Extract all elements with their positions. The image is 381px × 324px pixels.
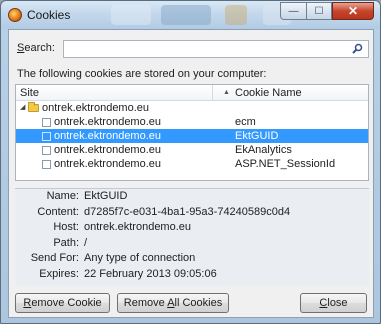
folder-icon (28, 102, 39, 112)
detail-label: Content: (37, 205, 79, 218)
search-label: Search: (17, 42, 55, 54)
remove-cookie-button[interactable]: Remove Cookie (15, 293, 110, 313)
cookie-name: ASP.NET_SessionId (235, 158, 336, 170)
tree-header: Site ▲ Cookie Name (16, 85, 368, 101)
detail-row-send-for: Send For: Any type of connection (15, 251, 369, 267)
title-bar[interactable]: Cookies — ☐ ✕ (1, 1, 380, 29)
cookie-row[interactable]: ontrek.ektrondemo.eu EkAnalytics (16, 143, 368, 157)
detail-label: Path: (53, 236, 79, 249)
cookie-details-panel: Name: EktGUID Content: d7285f7c-e031-4ba… (15, 188, 369, 286)
collapse-arrow-icon[interactable]: ◢ (20, 101, 25, 115)
cookies-info-text: The following cookies are stored on your… (17, 68, 267, 80)
background-blur-decoration (111, 5, 151, 25)
cookie-site: ontrek.ektrondemo.eu (54, 144, 162, 156)
cookie-row[interactable]: ontrek.ektrondemo.eu ecm (16, 115, 368, 129)
column-header-site[interactable]: Site (20, 87, 39, 99)
detail-row-path: Path: / (15, 236, 369, 252)
dialog-client-area: Search: The following cookies are stored… (8, 29, 374, 318)
background-blur-decoration (161, 5, 211, 25)
cookies-window: Cookies — ☐ ✕ Search: The following cook… (0, 0, 381, 324)
cookie-icon (42, 160, 51, 169)
detail-value: 22 February 2013 09:05:06 (84, 267, 217, 280)
cookie-icon (42, 118, 51, 127)
detail-label: Send For: (30, 252, 79, 264)
remove-all-cookies-button[interactable]: Remove All Cookies (117, 293, 229, 313)
minimize-button[interactable]: — (280, 2, 306, 20)
search-row: Search: (15, 40, 369, 58)
detail-row-name: Name: EktGUID (15, 189, 369, 205)
cookie-site: ontrek.ektrondemo.eu (54, 158, 162, 170)
detail-value: d7285f7c-e031-4ba1-95a3-74240589c0d4 (84, 205, 291, 218)
detail-value: / (84, 236, 88, 249)
search-input[interactable] (63, 40, 369, 58)
search-icon[interactable] (352, 43, 363, 54)
domain-label: ontrek.ektrondemo.eu (42, 102, 150, 114)
window-title: Cookies (27, 8, 71, 22)
detail-label: Name: (46, 190, 79, 202)
cookie-name: EktGUID (235, 130, 279, 142)
close-button[interactable]: Close (300, 293, 367, 313)
search-label-text: earch: (24, 42, 55, 54)
cookie-name: EkAnalytics (235, 144, 292, 156)
detail-value: Any type of connection (84, 252, 196, 264)
domain-row[interactable]: ◢ ontrek.ektrondemo.eu (16, 101, 368, 115)
cookie-site: ontrek.ektrondemo.eu (54, 130, 162, 142)
detail-label: Host: (53, 221, 79, 233)
caption-buttons: — ☐ ✕ (280, 2, 374, 20)
remove-all-label-rest: ll Cookies (174, 297, 223, 309)
cookie-tree[interactable]: Site ▲ Cookie Name ◢ ontrek.ektrondemo.e… (15, 84, 369, 181)
remove-all-accesskey: A (167, 297, 175, 309)
detail-row-expires: Expires: 22 February 2013 09:05:06 (15, 267, 369, 283)
detail-label: Expires: (39, 267, 79, 280)
close-window-button[interactable]: ✕ (332, 2, 374, 20)
remove-all-label-pre: Remove (123, 297, 168, 309)
cookie-site: ontrek.ektrondemo.eu (54, 116, 162, 128)
column-header-cookie-name[interactable]: Cookie Name (235, 87, 302, 99)
detail-value: EktGUID (84, 190, 128, 202)
cookie-name: ecm (235, 116, 256, 128)
maximize-button[interactable]: ☐ (306, 2, 332, 20)
cookie-icon (42, 132, 51, 141)
remove-label: emove Cookie (31, 297, 102, 309)
detail-row-host: Host: ontrek.ektrondemo.eu (15, 220, 369, 236)
detail-value: ontrek.ektrondemo.eu (84, 221, 192, 233)
sort-ascending-icon: ▲ (223, 89, 230, 96)
detail-row-content: Content: d7285f7c-e031-4ba1-95a3-7424058… (15, 205, 369, 221)
background-blur-decoration (225, 5, 247, 25)
cookie-row[interactable]: ontrek.ektrondemo.eu ASP.NET_SessionId (16, 157, 368, 171)
cookie-icon (42, 146, 51, 155)
close-label: lose (327, 297, 348, 309)
cookie-row-selected[interactable]: ontrek.ektrondemo.eu EktGUID (16, 129, 368, 143)
firefox-icon (8, 8, 22, 22)
column-divider[interactable] (212, 85, 213, 101)
